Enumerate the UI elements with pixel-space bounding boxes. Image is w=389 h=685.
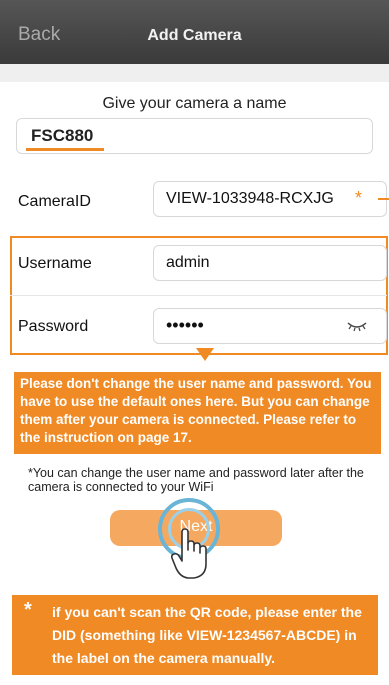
password-field[interactable]: •••••• [153, 308, 387, 344]
name-highlight-underline [26, 148, 104, 151]
tip-asterisk: * [24, 599, 32, 621]
required-asterisk: * [354, 188, 362, 208]
credentials-callout: Please don't change the user name and pa… [14, 372, 381, 454]
eye-closed-icon[interactable] [346, 320, 368, 332]
hand-pointer-icon [170, 528, 207, 579]
nav-divider [0, 64, 389, 82]
camera-name-value: FSC880 [31, 126, 94, 145]
credentials-footnote: *You can change the user name and passwo… [28, 466, 364, 494]
qr-tip-text: if you can't scan the QR code, please en… [52, 604, 362, 666]
camera-id-label: CameraID [18, 193, 91, 210]
password-label: Password [18, 318, 89, 335]
nav-bar: Back Add Camera [0, 0, 389, 64]
camera-id-value: VIEW-1033948-RCXJG [166, 190, 334, 207]
username-field[interactable]: admin [153, 245, 387, 281]
camera-id-field[interactable]: VIEW-1033948-RCXJG * [153, 181, 389, 217]
callout-dash [378, 198, 389, 200]
password-value: •••••• [166, 315, 204, 335]
qr-tip-banner: * if you can't scan the QR code, please … [12, 595, 378, 675]
row-separator [10, 295, 387, 296]
name-prompt: Give your camera a name [102, 95, 287, 112]
page-title: Add Camera [147, 27, 242, 44]
callout-arrow [196, 348, 214, 361]
username-label: Username [18, 255, 92, 272]
username-value: admin [166, 254, 210, 271]
